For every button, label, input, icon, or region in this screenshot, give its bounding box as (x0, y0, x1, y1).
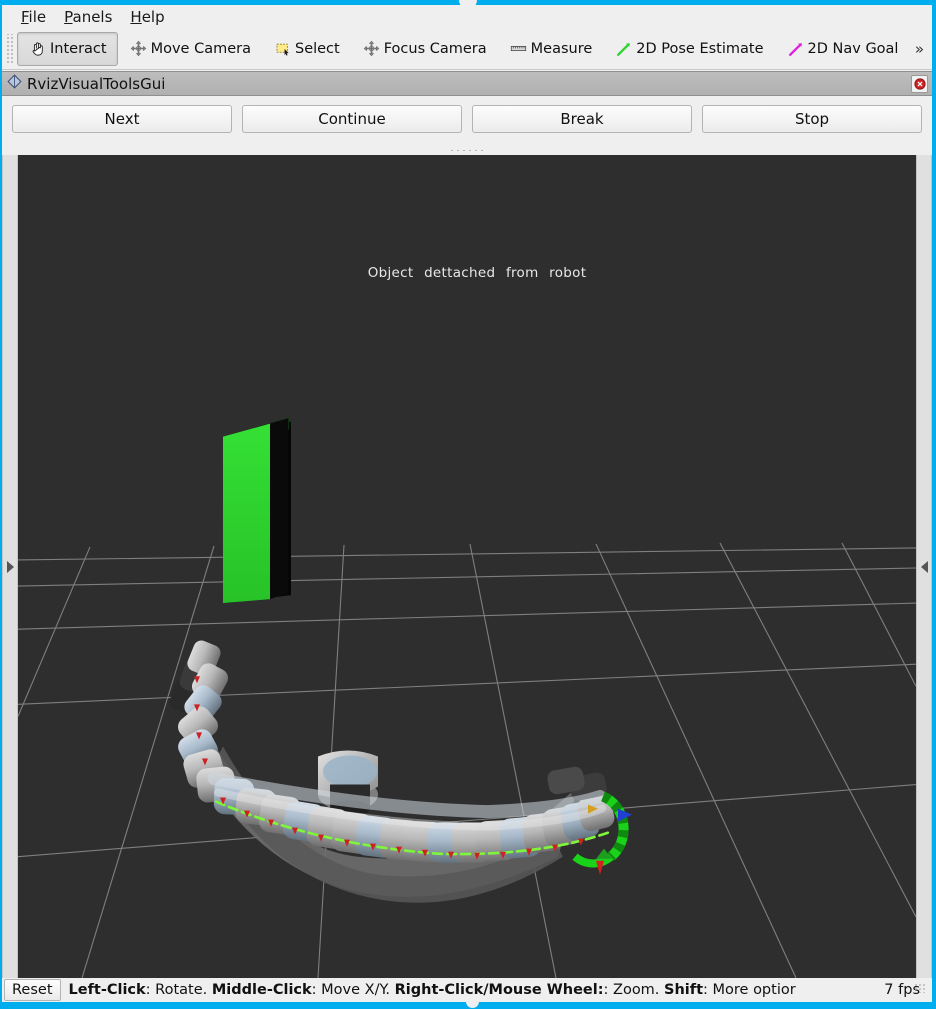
toolbar-button-measure-label: Measure (530, 40, 593, 57)
mouse-help-part-6: Shift (664, 982, 704, 998)
menu-help-label-rest: elp (141, 7, 165, 26)
diamond-icon (7, 74, 22, 93)
focus-camera-icon (362, 39, 382, 59)
toolbar-button-pose-estimate-label: 2D Pose Estimate (636, 40, 764, 57)
toolbar-button-nav-goal[interactable]: 2D Nav Goal (775, 32, 910, 66)
toolbar-button-focus-camera-label: Focus Camera (383, 40, 487, 57)
menu-panels-label-rest: anels (72, 7, 113, 26)
green-box (223, 417, 291, 604)
menu-panels[interactable]: Panels (55, 7, 121, 27)
visual-tools-button-row: Next Continue Break Stop (2, 96, 932, 141)
move-camera-icon (129, 39, 149, 59)
magenta-arrow-icon (786, 39, 806, 59)
mouse-help-text: Left-Click: Rotate. Middle-Click: Move X… (69, 982, 881, 998)
splitter-dots (449, 149, 485, 152)
panel-splitter-handle[interactable] (2, 141, 932, 155)
mouse-help-part-2: Middle-Click (211, 982, 312, 998)
toolbar-button-select-label: Select (294, 40, 340, 57)
mouse-help-part-0: Left-Click (68, 982, 146, 998)
3d-viewport[interactable]: Object dettached from robot (18, 155, 916, 978)
toolbar-button-interact-label: Interact (50, 40, 107, 57)
resize-grip[interactable] (914, 983, 926, 993)
ruler-icon (509, 39, 529, 59)
select-rect-icon (273, 39, 293, 59)
toolbar-button-nav-goal-label: 2D Nav Goal (807, 40, 899, 57)
toolbar-button-measure[interactable]: Measure (498, 32, 604, 66)
mouse-help-part-1: : Rotate. (145, 982, 212, 998)
toolbar-button-pose-estimate[interactable]: 2D Pose Estimate (603, 32, 774, 66)
rviz-window: File Panels Help Interact Move Camera Se… (0, 0, 936, 1009)
mouse-help-part-7: : More optior (703, 982, 796, 998)
toolbar-button-move-camera[interactable]: Move Camera (118, 32, 262, 66)
mouse-help-part-3: : Move X/Y. (311, 982, 395, 998)
menubar: File Panels Help (2, 5, 932, 28)
panel-title-label: RvizVisualToolsGui (27, 74, 166, 93)
menu-help[interactable]: Help (121, 7, 173, 27)
toolbar-button-focus-camera[interactable]: Focus Camera (351, 32, 498, 66)
toolbar-button-move-camera-label: Move Camera (150, 40, 251, 57)
continue-button[interactable]: Continue (242, 104, 462, 133)
window-frame-right (932, 0, 936, 1009)
toolbar: Interact Move Camera Select Focus Camera… (2, 28, 932, 70)
3d-scene (18, 155, 916, 978)
close-circle-icon[interactable] (911, 75, 928, 93)
stop-button[interactable]: Stop (702, 104, 922, 133)
menu-file-label-rest: ile (28, 7, 47, 26)
reset-button[interactable]: Reset (4, 979, 61, 1001)
menu-file[interactable]: File (12, 7, 55, 27)
mouse-help-part-4: Right-Click/Mouse Wheel: (394, 982, 604, 998)
mouse-help-part-5: : Zoom. (603, 982, 665, 998)
render-area: Object dettached from robot (2, 155, 932, 978)
break-button[interactable]: Break (472, 104, 692, 133)
left-dock-expander[interactable] (2, 155, 18, 978)
panel-titlebar: RvizVisualToolsGui (2, 71, 932, 96)
next-button[interactable]: Next (12, 104, 232, 133)
toolbar-button-interact[interactable]: Interact (17, 31, 118, 66)
toolbar-overflow-button[interactable]: » (915, 40, 932, 58)
right-dock-expander[interactable] (916, 155, 932, 978)
toolbar-button-select[interactable]: Select (262, 32, 351, 66)
toolbar-drag-handle[interactable] (5, 33, 15, 64)
chevron-left-icon (920, 560, 928, 573)
statusbar: Reset Left-Click: Rotate. Middle-Click: … (2, 978, 932, 1002)
green-arrow-icon (614, 39, 634, 59)
chevron-right-icon (6, 560, 14, 573)
hand-cursor-icon (28, 39, 48, 59)
